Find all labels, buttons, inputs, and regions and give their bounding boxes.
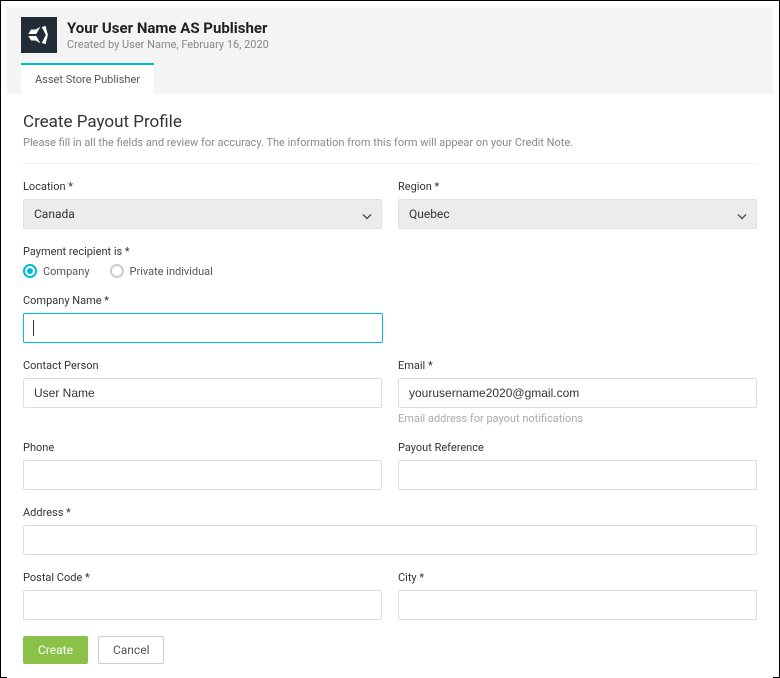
radio-private-label: Private individual (130, 265, 213, 278)
recipient-label: Payment recipient is * (23, 245, 757, 258)
phone-input[interactable] (23, 460, 382, 490)
postal-code-label: Postal Code * (23, 571, 382, 584)
region-select[interactable]: Quebec (398, 199, 757, 229)
email-input[interactable] (398, 378, 757, 408)
location-label: Location * (23, 180, 382, 193)
payout-reference-input[interactable] (398, 460, 757, 490)
postal-code-input[interactable] (23, 590, 382, 620)
phone-label: Phone (23, 441, 382, 454)
divider (23, 163, 757, 164)
company-name-input[interactable] (23, 313, 383, 343)
contact-person-input[interactable] (23, 378, 382, 408)
tabs: Asset Store Publisher (21, 63, 759, 94)
cancel-button[interactable]: Cancel (98, 636, 165, 664)
form-description: Please fill in all the fields and review… (23, 136, 757, 149)
city-input[interactable] (398, 590, 757, 620)
main-content: Create Payout Profile Please fill in all… (7, 94, 773, 678)
city-label: City * (398, 571, 757, 584)
page-title: Your User Name AS Publisher (67, 19, 269, 37)
location-value: Canada (34, 207, 75, 221)
tab-asset-store-publisher[interactable]: Asset Store Publisher (21, 63, 154, 94)
radio-private-individual[interactable]: Private individual (110, 264, 213, 278)
header-area: Your User Name AS Publisher Created by U… (7, 7, 773, 94)
radio-company-label: Company (43, 265, 90, 278)
radio-icon (23, 264, 37, 278)
address-label: Address * (23, 506, 757, 519)
text-cursor-icon (33, 320, 34, 336)
email-helper: Email address for payout notifications (398, 412, 757, 425)
radio-icon (110, 264, 124, 278)
create-button[interactable]: Create (23, 636, 88, 664)
contact-person-label: Contact Person (23, 359, 382, 372)
page-subtitle: Created by User Name, February 16, 2020 (67, 38, 269, 51)
company-name-label: Company Name * (23, 294, 757, 307)
unity-logo-icon (21, 17, 57, 53)
address-input[interactable] (23, 525, 757, 555)
radio-company[interactable]: Company (23, 264, 90, 278)
location-select[interactable]: Canada (23, 199, 382, 229)
email-label: Email * (398, 359, 757, 372)
payout-reference-label: Payout Reference (398, 441, 757, 454)
region-label: Region * (398, 180, 757, 193)
form-title: Create Payout Profile (23, 112, 757, 132)
region-value: Quebec (409, 207, 450, 221)
